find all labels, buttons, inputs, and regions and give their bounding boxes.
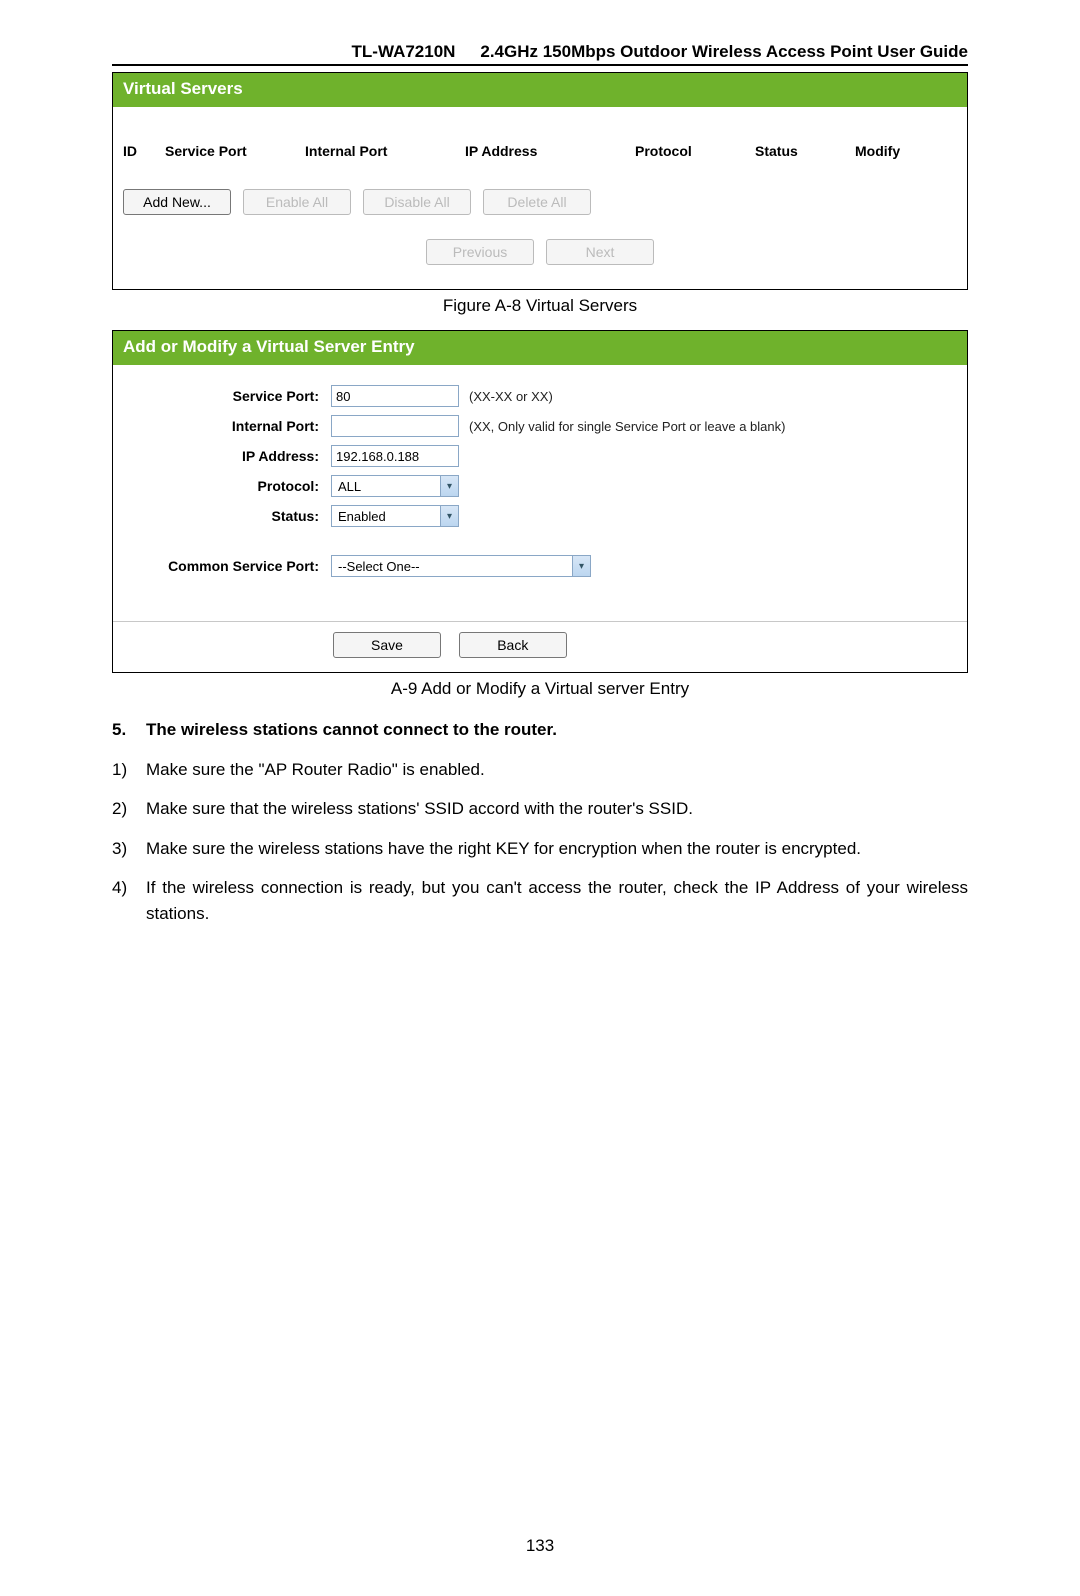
step-4-number: 4) — [112, 875, 146, 926]
label-csp: Common Service Port: — [123, 558, 331, 574]
row-service-port: Service Port: (XX-XX or XX) — [123, 385, 957, 407]
col-ip-address: IP Address — [465, 143, 635, 159]
row-common-service-port: Common Service Port: --Select One-- ▾ — [123, 555, 957, 577]
banner-add-modify: Add or Modify a Virtual Server Entry — [112, 330, 968, 365]
step-2-number: 2) — [112, 796, 146, 822]
select-protocol-value: ALL — [334, 479, 383, 494]
col-service-port: Service Port — [165, 143, 305, 159]
enable-all-button[interactable]: Enable All — [243, 189, 351, 215]
next-button[interactable]: Next — [546, 239, 654, 265]
action-button-row: Add New... Enable All Disable All Delete… — [113, 189, 967, 239]
question-5: 5. The wireless stations cannot connect … — [112, 717, 968, 743]
step-1-text: Make sure the "AP Router Radio" is enabl… — [146, 757, 968, 783]
step-2-text: Make sure that the wireless stations' SS… — [146, 796, 968, 822]
step-3-number: 3) — [112, 836, 146, 862]
col-modify: Modify — [855, 143, 925, 159]
chevron-down-icon: ▾ — [572, 556, 590, 576]
step-2: 2) Make sure that the wireless stations'… — [112, 796, 968, 822]
row-ip-address: IP Address: — [123, 445, 957, 467]
hint-internal-port: (XX, Only valid for single Service Port … — [469, 419, 785, 434]
disable-all-button[interactable]: Disable All — [363, 189, 471, 215]
col-internal-port: Internal Port — [305, 143, 465, 159]
label-protocol: Protocol: — [123, 478, 331, 494]
save-button[interactable]: Save — [333, 632, 441, 658]
add-modify-panel: Service Port: (XX-XX or XX) Internal Por… — [112, 365, 968, 673]
pagination-row: Previous Next — [113, 239, 967, 289]
doc-title: 2.4GHz 150Mbps Outdoor Wireless Access P… — [480, 42, 968, 61]
row-status: Status: Enabled ▾ — [123, 505, 957, 527]
col-id: ID — [123, 143, 165, 159]
label-status: Status: — [123, 508, 331, 524]
select-status[interactable]: Enabled ▾ — [331, 505, 459, 527]
step-4-text: If the wireless connection is ready, but… — [146, 875, 968, 926]
page-root: TL-WA7210N 2.4GHz 150Mbps Outdoor Wirele… — [0, 0, 1080, 1596]
step-1: 1) Make sure the "AP Router Radio" is en… — [112, 757, 968, 783]
delete-all-button[interactable]: Delete All — [483, 189, 591, 215]
virtual-servers-table-header: ID Service Port Internal Port IP Address… — [113, 107, 967, 189]
col-protocol: Protocol — [635, 143, 755, 159]
form-divider — [113, 621, 967, 622]
hint-service-port: (XX-XX or XX) — [469, 389, 553, 404]
input-internal-port[interactable] — [331, 415, 459, 437]
select-csp-value: --Select One-- — [334, 559, 442, 574]
chevron-down-icon: ▾ — [440, 476, 458, 496]
row-protocol: Protocol: ALL ▾ — [123, 475, 957, 497]
device-model: TL-WA7210N — [352, 42, 456, 61]
input-service-port[interactable] — [331, 385, 459, 407]
back-button[interactable]: Back — [459, 632, 567, 658]
select-status-value: Enabled — [334, 509, 408, 524]
step-1-number: 1) — [112, 757, 146, 783]
q5-text: The wireless stations cannot connect to … — [146, 717, 968, 743]
previous-button[interactable]: Previous — [426, 239, 534, 265]
step-3-text: Make sure the wireless stations have the… — [146, 836, 968, 862]
step-3: 3) Make sure the wireless stations have … — [112, 836, 968, 862]
label-ip: IP Address: — [123, 448, 331, 464]
figure-caption-a9: A-9 Add or Modify a Virtual server Entry — [112, 679, 968, 699]
form-area: Service Port: (XX-XX or XX) Internal Por… — [113, 365, 967, 605]
figure-caption-a8: Figure A-8 Virtual Servers — [112, 296, 968, 316]
virtual-servers-panel: ID Service Port Internal Port IP Address… — [112, 107, 968, 290]
banner-virtual-servers: Virtual Servers — [112, 72, 968, 107]
form-button-row: Save Back — [113, 632, 967, 672]
label-service-port: Service Port: — [123, 388, 331, 404]
add-new-button[interactable]: Add New... — [123, 189, 231, 215]
col-status: Status — [755, 143, 855, 159]
select-protocol[interactable]: ALL ▾ — [331, 475, 459, 497]
row-internal-port: Internal Port: (XX, Only valid for singl… — [123, 415, 957, 437]
label-internal-port: Internal Port: — [123, 418, 331, 434]
troubleshooting-block: 5. The wireless stations cannot connect … — [112, 717, 968, 926]
doc-header: TL-WA7210N 2.4GHz 150Mbps Outdoor Wirele… — [112, 42, 968, 66]
q5-number: 5. — [112, 717, 146, 743]
page-number: 133 — [112, 1536, 968, 1596]
chevron-down-icon: ▾ — [440, 506, 458, 526]
step-4: 4) If the wireless connection is ready, … — [112, 875, 968, 926]
select-common-service-port[interactable]: --Select One-- ▾ — [331, 555, 591, 577]
input-ip[interactable] — [331, 445, 459, 467]
